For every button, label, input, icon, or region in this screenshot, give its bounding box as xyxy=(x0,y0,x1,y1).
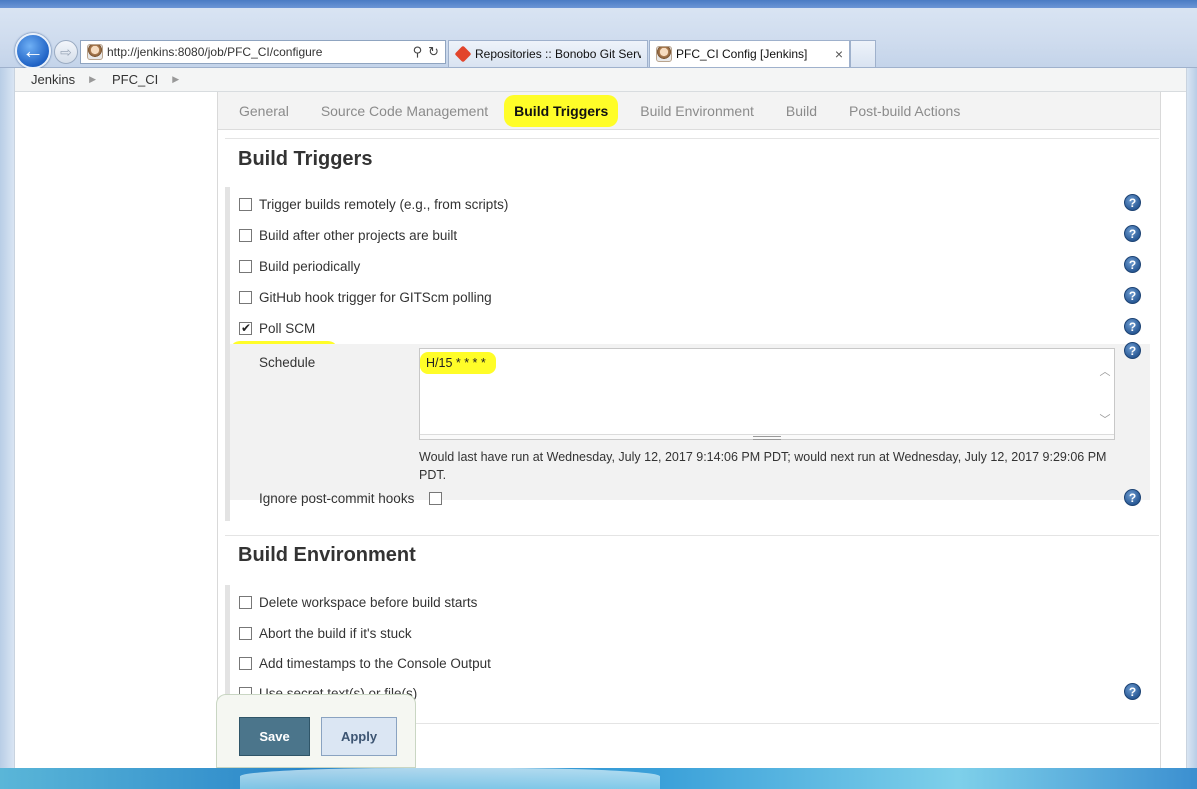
ignore-hooks-label: Ignore post-commit hooks xyxy=(259,491,415,506)
timestamps-label: Add timestamps to the Console Output xyxy=(259,655,491,671)
tab-build[interactable]: Build xyxy=(770,103,833,119)
schedule-info-text: Would last have run at Wednesday, July 1… xyxy=(419,450,1107,482)
taskbar-gloss xyxy=(240,768,660,789)
section-divider xyxy=(225,138,1159,139)
build-after-label: Build after other projects are built xyxy=(259,227,458,243)
help-icon[interactable]: ? xyxy=(1124,489,1141,506)
apply-button[interactable]: Apply xyxy=(321,717,397,756)
save-button[interactable]: Save xyxy=(239,717,310,756)
github-hook-row[interactable]: GitHub hook trigger for GITScm polling xyxy=(239,287,492,307)
build-periodically-checkbox[interactable] xyxy=(239,259,252,273)
build-periodically-row[interactable]: Build periodically xyxy=(239,256,360,276)
github-hook-label: GitHub hook trigger for GITScm polling xyxy=(259,289,492,305)
ignore-hooks-row[interactable]: Ignore post-commit hooks xyxy=(259,491,443,506)
ignore-hooks-checkbox[interactable] xyxy=(429,492,443,505)
bottom-button-bar: Save Apply xyxy=(216,694,416,768)
poll-scm-label: Poll SCM xyxy=(259,320,316,336)
schedule-label: Schedule xyxy=(259,355,316,370)
tab-label: Repositories :: Bonobo Git Serv... xyxy=(475,47,641,61)
poll-scm-checkbox[interactable] xyxy=(239,321,252,335)
chevron-right-icon[interactable]: ▶ xyxy=(172,74,179,85)
tab-build-triggers[interactable]: Build Triggers xyxy=(504,94,619,127)
chevron-down-icon[interactable]: ﹀ xyxy=(1100,411,1111,427)
breadcrumb: Jenkins ▶ PFC_CI ▶ xyxy=(15,68,1186,92)
tab-post-build-actions[interactable]: Post-build Actions xyxy=(833,103,976,119)
trigger-remote-row[interactable]: Trigger builds remotely (e.g., from scri… xyxy=(239,194,508,214)
trigger-remote-label: Trigger builds remotely (e.g., from scri… xyxy=(259,196,509,212)
abort-stuck-label: Abort the build if it's stuck xyxy=(259,625,412,641)
section-title-build-triggers: Build Triggers xyxy=(238,148,373,170)
help-icon[interactable]: ? xyxy=(1124,318,1141,335)
refresh-icon[interactable]: ↻ xyxy=(428,44,439,60)
schedule-value[interactable]: H/15 * * * * xyxy=(426,356,486,370)
schedule-textarea[interactable]: H/15 * * * * ︿ ﹀ xyxy=(419,348,1115,440)
help-icon[interactable]: ? xyxy=(1124,342,1141,359)
tab-repositories[interactable]: Repositories :: Bonobo Git Serv... xyxy=(448,40,648,67)
timestamps-checkbox[interactable] xyxy=(239,656,252,670)
help-icon[interactable]: ? xyxy=(1124,194,1141,211)
help-icon[interactable]: ? xyxy=(1124,683,1141,700)
breadcrumb-pfc-ci[interactable]: PFC_CI xyxy=(96,72,172,87)
search-icon[interactable]: ⚲ xyxy=(413,44,423,60)
section-title-build-environment: Build Environment xyxy=(238,544,416,566)
scrollbar[interactable]: ︿ ﹀ xyxy=(1096,349,1114,439)
chevron-right-icon[interactable]: ▶ xyxy=(89,74,96,85)
help-icon[interactable]: ? xyxy=(1124,287,1141,304)
back-button[interactable]: ← xyxy=(15,33,51,69)
jenkins-page: Jenkins ▶ PFC_CI ▶ General Source Code M… xyxy=(14,68,1187,768)
delete-workspace-label: Delete workspace before build starts xyxy=(259,594,478,610)
poll-scm-row[interactable]: Poll SCM xyxy=(239,318,315,338)
window-frame-right xyxy=(1187,68,1197,768)
trigger-remote-checkbox[interactable] xyxy=(239,197,252,211)
resize-handle[interactable] xyxy=(420,434,1114,440)
tab-jenkins-config[interactable]: PFC_CI Config [Jenkins] × xyxy=(649,40,850,67)
close-tab-icon[interactable]: × xyxy=(835,46,843,62)
build-after-checkbox[interactable] xyxy=(239,228,252,242)
build-periodically-label: Build periodically xyxy=(259,258,361,274)
address-bar[interactable]: http://jenkins:8080/job/PFC_CI/configure… xyxy=(80,40,446,64)
jenkins-favicon-icon xyxy=(656,46,672,62)
tab-source-code-management[interactable]: Source Code Management xyxy=(305,103,504,119)
github-hook-checkbox[interactable] xyxy=(239,290,252,304)
config-tabbar: General Source Code Management Build Tri… xyxy=(218,92,1160,130)
forward-button[interactable]: ⇨ xyxy=(54,40,78,64)
config-panel: General Source Code Management Build Tri… xyxy=(217,92,1161,768)
browser-chrome: ← ⇨ http://jenkins:8080/job/PFC_CI/confi… xyxy=(0,0,1197,69)
tab-general[interactable]: General xyxy=(218,103,305,119)
section-divider xyxy=(225,535,1159,536)
delete-workspace-row[interactable]: Delete workspace before build starts xyxy=(239,592,477,612)
delete-workspace-checkbox[interactable] xyxy=(239,595,252,609)
tab-label: PFC_CI Config [Jenkins] xyxy=(676,47,808,61)
window-frame-left xyxy=(0,68,14,768)
poll-scm-settings: Schedule H/15 * * * * ︿ ﹀ ? Would last h… xyxy=(230,342,1150,506)
build-after-row[interactable]: Build after other projects are built xyxy=(239,225,457,245)
chevron-up-icon[interactable]: ︿ xyxy=(1100,363,1111,379)
help-icon[interactable]: ? xyxy=(1124,256,1141,273)
jenkins-favicon-icon xyxy=(87,44,103,60)
breadcrumb-jenkins[interactable]: Jenkins xyxy=(15,72,89,87)
help-icon[interactable]: ? xyxy=(1124,225,1141,242)
window-title-bar xyxy=(0,0,1197,8)
tab-build-environment[interactable]: Build Environment xyxy=(624,103,770,119)
abort-stuck-checkbox[interactable] xyxy=(239,626,252,640)
address-url[interactable]: http://jenkins:8080/job/PFC_CI/configure xyxy=(107,45,413,59)
git-icon xyxy=(454,45,472,63)
abort-stuck-row[interactable]: Abort the build if it's stuck xyxy=(239,623,412,643)
new-tab-button[interactable] xyxy=(850,40,876,67)
timestamps-row[interactable]: Add timestamps to the Console Output xyxy=(239,653,491,673)
